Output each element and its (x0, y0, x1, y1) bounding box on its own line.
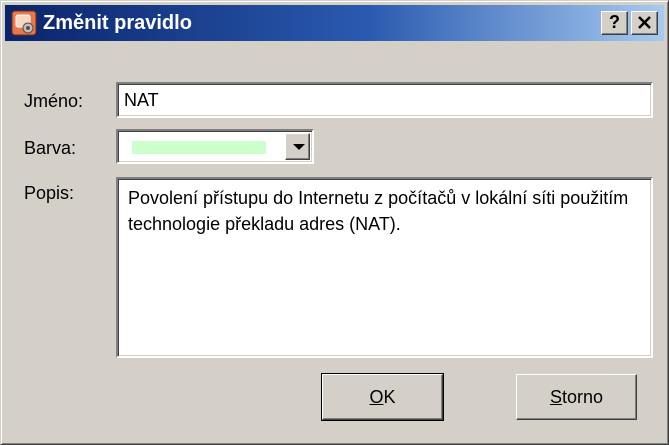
dialog-title: Změnit pravidlo (43, 12, 192, 34)
edit-rule-dialog: Změnit pravidlo ? Jméno: NAT Barva: Popi… (0, 0, 669, 445)
color-swatch (132, 141, 266, 154)
name-value: NAT (124, 90, 159, 110)
ok-label-rest: K (383, 387, 396, 407)
title-bar[interactable]: Změnit pravidlo ? (5, 5, 664, 41)
ok-mnemonic: O (369, 387, 384, 407)
color-dropdown-button[interactable] (285, 133, 310, 160)
color-select[interactable] (116, 129, 314, 164)
description-value: Povolení přístupu do Internetu z počítač… (128, 188, 634, 234)
chevron-down-icon (293, 144, 305, 150)
description-label: Popis: (24, 183, 75, 203)
name-input[interactable]: NAT (116, 82, 653, 118)
cancel-button[interactable]: Storno (516, 374, 637, 420)
name-label: Jméno: (24, 91, 84, 111)
rule-edit-icon (11, 10, 37, 36)
cancel-mnemonic: S (549, 387, 562, 407)
close-button[interactable] (631, 11, 658, 35)
ok-button[interactable]: OK (321, 373, 444, 421)
close-icon (638, 16, 651, 29)
color-label: Barva: (24, 138, 77, 158)
help-button[interactable]: ? (601, 11, 628, 35)
description-textarea[interactable]: Povolení přístupu do Internetu z počítač… (116, 177, 653, 358)
cancel-label-rest: torno (561, 387, 604, 407)
